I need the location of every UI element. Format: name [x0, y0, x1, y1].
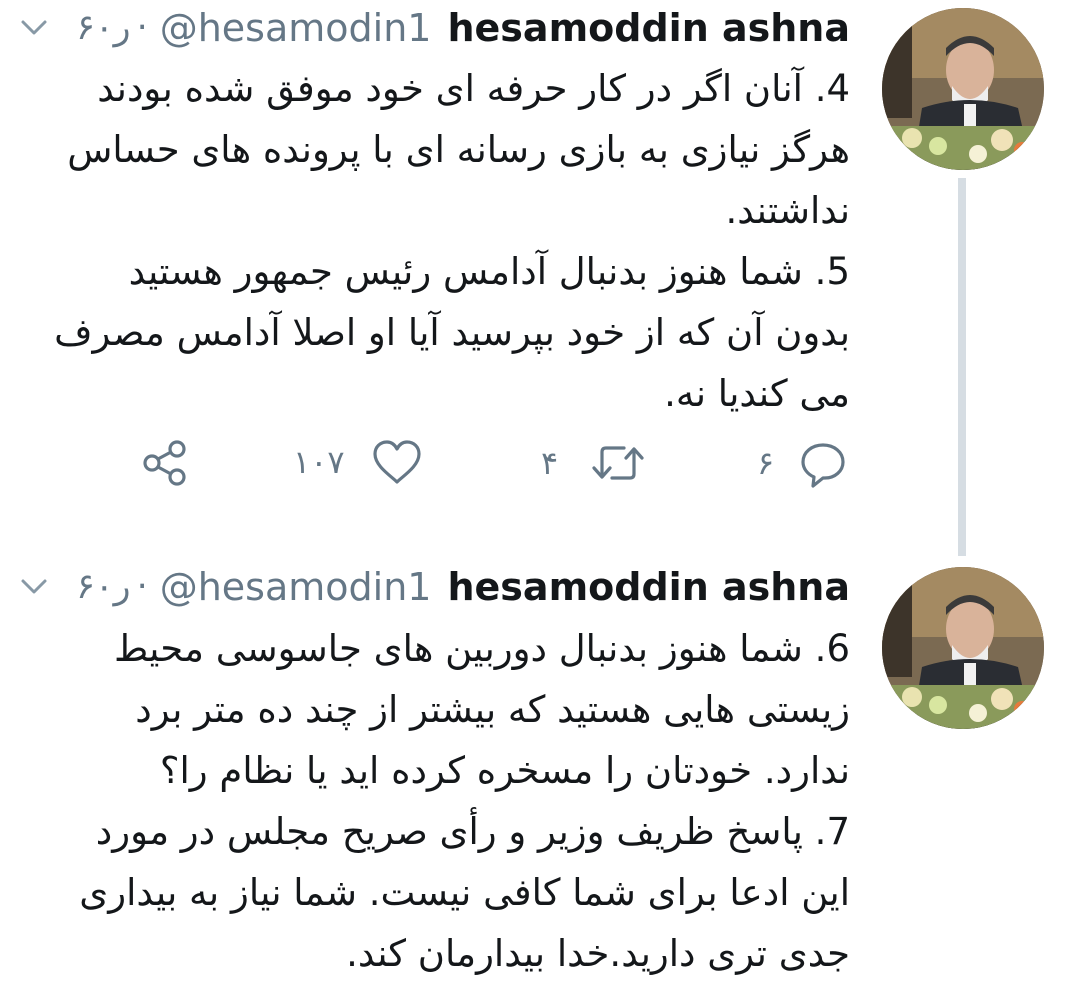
- tweet-paragraph: 6. شما هنوز بدنبال دوربین های جاسوسی محی…: [114, 627, 850, 792]
- tweet-text: 4. آنان اگر در کار حرفه ای خود موفق شده …: [50, 58, 850, 424]
- tweet-paragraph: 4. آنان اگر در کار حرفه ای خود موفق شده …: [67, 67, 850, 232]
- separator: ·: [136, 567, 148, 607]
- user-name[interactable]: hesamoddin ashna: [447, 6, 850, 50]
- tweet-paragraph: 5. شما هنوز بدنبال آدامس رئیس جمهور هستی…: [54, 250, 850, 415]
- reply-button[interactable]: ۶: [757, 438, 848, 488]
- chevron-down-icon[interactable]: [18, 569, 50, 605]
- reply-icon: [801, 443, 845, 488]
- thread-line: [958, 178, 966, 556]
- user-name[interactable]: hesamoddin ashna: [447, 565, 850, 609]
- tweet-paragraph: 7. پاسخ ظریف وزیر و رأی صریح مجلس در مور…: [79, 810, 850, 975]
- tweet-header: ۶۰ر · @hesamodin1 hesamoddin ashna: [18, 6, 850, 50]
- user-handle[interactable]: @hesamodin1: [160, 565, 432, 609]
- tweet-text: 6. شما هنوز بدنبال دوربین های جاسوسی محی…: [50, 618, 850, 984]
- share-button[interactable]: [140, 438, 190, 488]
- timestamp[interactable]: ۶۰ر: [76, 567, 131, 607]
- timestamp[interactable]: ۶۰ر: [76, 8, 131, 48]
- avatar-photo: [882, 567, 1044, 729]
- retweet-icon: [592, 446, 644, 480]
- reply-count: ۶: [757, 444, 775, 482]
- user-handle[interactable]: @hesamodin1: [160, 6, 432, 50]
- retweet-button[interactable]: ۴: [541, 438, 646, 488]
- avatar[interactable]: [882, 8, 1044, 170]
- separator: ·: [136, 8, 148, 48]
- tweet-actions: ۶ ۴ ۱۰۷: [0, 438, 880, 498]
- like-count: ۱۰۷: [293, 443, 345, 481]
- chevron-down-icon[interactable]: [18, 10, 50, 46]
- retweet-count: ۴: [541, 444, 559, 482]
- tweet[interactable]: ۶۰ر · @hesamodin1 hesamoddin ashna 4. آن…: [0, 0, 1080, 556]
- like-button[interactable]: ۱۰۷: [293, 438, 423, 486]
- tweet-header: ۶۰ر · @hesamodin1 hesamoddin ashna: [18, 565, 850, 609]
- avatar[interactable]: [882, 567, 1044, 729]
- share-icon: [143, 440, 186, 486]
- tweet[interactable]: ۶۰ر · @hesamodin1 hesamoddin ashna 6. شم…: [0, 555, 1080, 986]
- heart-icon: [372, 440, 421, 484]
- avatar-photo: [882, 8, 1044, 170]
